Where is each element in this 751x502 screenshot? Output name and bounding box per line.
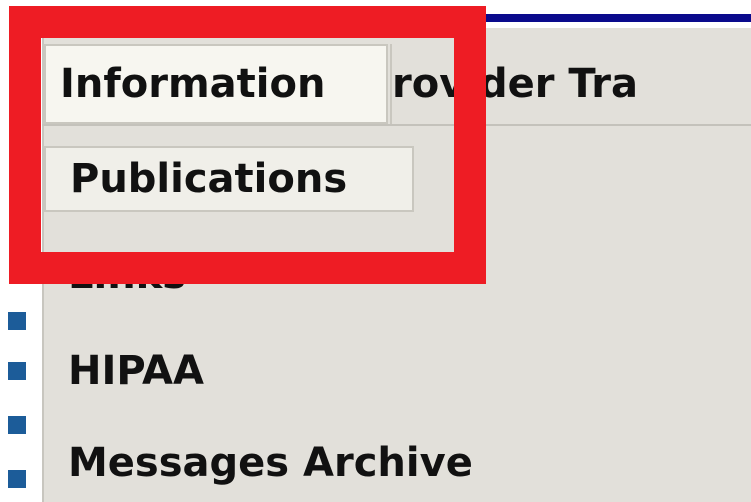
- menubar-item-provider-training[interactable]: rovider Tra: [390, 44, 751, 124]
- submenu-item-links[interactable]: Links: [44, 240, 414, 310]
- menubar-item-label: rovider Tra: [392, 61, 639, 107]
- submenu-item-label: HIPAA: [68, 348, 204, 394]
- submenu-item-label: Links: [68, 252, 187, 298]
- submenu-item-label: Publications: [70, 156, 348, 202]
- menubar-item-information[interactable]: Information: [44, 44, 388, 124]
- menubar-item-label: Information: [60, 61, 326, 107]
- bullet-square-icon: [8, 470, 26, 488]
- submenu-item-messages-archive[interactable]: Messages Archive: [44, 428, 473, 498]
- submenu-item-publications[interactable]: Publications: [44, 146, 414, 212]
- bullet-square-icon: [8, 416, 26, 434]
- menubar-divider: [42, 124, 751, 126]
- bullet-square-icon: [8, 312, 26, 330]
- submenu-item-hipaa[interactable]: HIPAA: [44, 336, 414, 406]
- submenu-item-label: Messages Archive: [68, 440, 473, 486]
- top-blue-bar: [440, 14, 751, 22]
- bullet-square-icon: [8, 362, 26, 380]
